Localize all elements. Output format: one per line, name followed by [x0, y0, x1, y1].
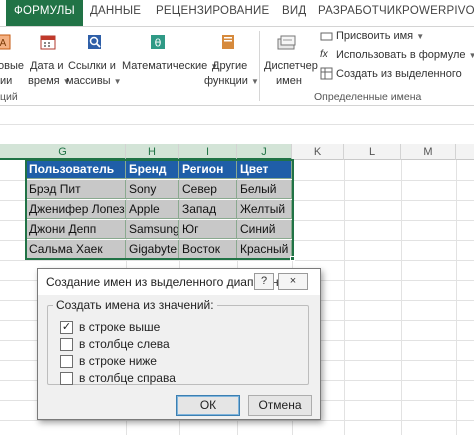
lookup-label-2: массивы — [66, 75, 111, 87]
table-cell[interactable]: Запад — [179, 200, 237, 219]
partial-button-label-1: овые — [0, 60, 24, 72]
ribbon: A овые ии ций Дата и время ▼ Ссылки и ма… — [0, 26, 474, 106]
column-header-j[interactable]: J — [237, 144, 292, 160]
column-header-i[interactable]: I — [179, 144, 237, 160]
help-button[interactable]: ? — [254, 273, 274, 290]
grid-col-line — [456, 144, 457, 435]
table-cell[interactable]: Восток — [179, 240, 237, 259]
table-cell[interactable]: Желтый — [237, 200, 292, 219]
more-functions-label-1: Другие — [212, 60, 248, 72]
math-theta-icon: θ — [151, 35, 165, 50]
table-cell[interactable]: Север — [179, 180, 237, 199]
table-cell[interactable]: Брэд Пит — [26, 180, 126, 199]
datetime-label-1: Дата и — [30, 60, 64, 72]
formula-fx-icon: fx — [320, 49, 328, 60]
more-functions-label-2: функции — [204, 75, 248, 87]
checkbox-top-row[interactable]: ✓ — [60, 321, 73, 334]
svg-text:θ: θ — [155, 37, 162, 50]
tab-view[interactable]: ВИД — [282, 5, 306, 17]
lookup-icon — [88, 35, 101, 49]
table-cell[interactable]: Дженифер Лопез — [26, 200, 126, 219]
checkbox-left-column[interactable] — [60, 338, 73, 351]
tag-icon — [320, 32, 333, 41]
calendar-icon — [40, 35, 56, 50]
table-header-cell[interactable]: Бренд — [126, 160, 179, 179]
define-name-label: Присвоить имя — [336, 30, 414, 42]
dialog-title: Создание имен из выделенного диапазона — [46, 275, 286, 289]
more-functions-label-2-wrap: функции ▼ — [204, 74, 259, 89]
checkbox-right-column[interactable] — [60, 372, 73, 385]
table-cell[interactable]: Белый — [237, 180, 292, 199]
table-header-cell[interactable]: Регион — [179, 160, 237, 179]
name-manager-label-2: имен — [276, 75, 302, 87]
ribbon-separator — [259, 31, 260, 101]
column-header-h[interactable]: H — [126, 144, 179, 160]
option-right-column-label: в столбце справа — [79, 371, 176, 385]
tab-data[interactable]: ДАННЫЕ — [90, 5, 141, 17]
define-name-wrap: Присвоить имя ▼ — [336, 29, 424, 44]
tab-formulas[interactable]: ФОРМУЛЫ — [6, 0, 83, 26]
grid-col-line — [401, 144, 402, 435]
use-in-formula-wrap: Использовать в формуле ▼ — [336, 48, 474, 63]
chevron-down-icon: ▼ — [250, 77, 259, 86]
chevron-down-icon: ▼ — [113, 77, 122, 86]
chevron-down-icon: ▼ — [468, 51, 474, 60]
checkbox-bottom-row[interactable] — [60, 355, 73, 368]
tab-developer[interactable]: РАЗРАБОТЧИК — [318, 5, 402, 17]
table-cell[interactable]: Синий — [237, 220, 292, 239]
table-cell[interactable]: Apple — [126, 200, 179, 219]
grid-selection-icon — [320, 67, 333, 80]
partial-button-label-2: ии — [0, 75, 13, 87]
lookup-label-1: Ссылки и — [68, 60, 116, 72]
option-left-column-label: в столбце слева — [79, 337, 170, 351]
table-cell[interactable]: Gigabyte — [126, 240, 179, 259]
ok-button[interactable]: ОК — [176, 395, 240, 416]
table-cell[interactable]: Юг — [179, 220, 237, 239]
column-header-k[interactable]: K — [292, 144, 344, 160]
ribbon-tabs: ФОРМУЛЫ ДАННЫЕ РЕЦЕНЗИРОВАНИЕ ВИД РАЗРАБ… — [0, 0, 474, 26]
grid-row-line — [0, 124, 474, 125]
table-header-cell[interactable]: Пользователь — [26, 160, 126, 179]
table-cell[interactable]: Сальма Хаек — [26, 240, 126, 259]
math-label: Математические — [122, 60, 208, 72]
table-header-cell[interactable]: Цвет — [237, 160, 292, 179]
table-cell[interactable]: Красный — [237, 240, 292, 259]
datetime-label-2: время — [28, 75, 60, 87]
column-header-l[interactable]: L — [344, 144, 401, 160]
text-function-icon: A — [0, 34, 11, 50]
more-functions-icon — [222, 35, 234, 49]
svg-text:A: A — [0, 38, 7, 49]
create-from-selection-label: Создать из выделенного — [336, 68, 462, 80]
chevron-down-icon: ▼ — [416, 32, 425, 41]
lookup-label-2-wrap: массивы ▼ — [66, 74, 122, 89]
dialog-titlebar[interactable]: Создание имен из выделенного диапазона ?… — [38, 269, 320, 295]
cancel-button[interactable]: Отмена — [248, 395, 312, 416]
tab-powerpivot[interactable]: POWERPIVOT — [402, 5, 474, 17]
grid-col-line — [344, 144, 345, 435]
datetime-label-2-wrap: время ▼ — [28, 74, 71, 89]
option-bottom-row-label: в строке ниже — [79, 354, 157, 368]
fill-handle[interactable] — [290, 256, 295, 261]
partial-group-label: ций — [0, 91, 18, 103]
close-button[interactable]: × — [278, 273, 308, 290]
group-label-defined-names: Определенные имена — [314, 91, 422, 103]
use-in-formula-label: Использовать в формуле — [336, 49, 466, 61]
column-header-m[interactable]: M — [401, 144, 456, 160]
options-group-label: Создать имена из значений: — [53, 298, 217, 312]
table-cell[interactable]: Samsung — [126, 220, 179, 239]
name-manager-icon — [277, 35, 296, 50]
name-manager-label-1: Диспетчер — [264, 60, 318, 72]
column-header-g[interactable]: G — [0, 144, 126, 160]
table-cell[interactable]: Джони Депп — [26, 220, 126, 239]
table-cell[interactable]: Sony — [126, 180, 179, 199]
create-names-dialog: Создание имен из выделенного диапазона ?… — [37, 268, 321, 420]
option-top-row-label: в строке выше — [79, 320, 161, 334]
options-groupbox: Создать имена из значений: ✓ в строке вы… — [47, 298, 309, 385]
tab-review[interactable]: РЕЦЕНЗИРОВАНИЕ — [156, 5, 269, 17]
column-headers: G H I J K L M — [0, 144, 474, 160]
math-label-wrap: Математические ▼ — [122, 59, 218, 74]
